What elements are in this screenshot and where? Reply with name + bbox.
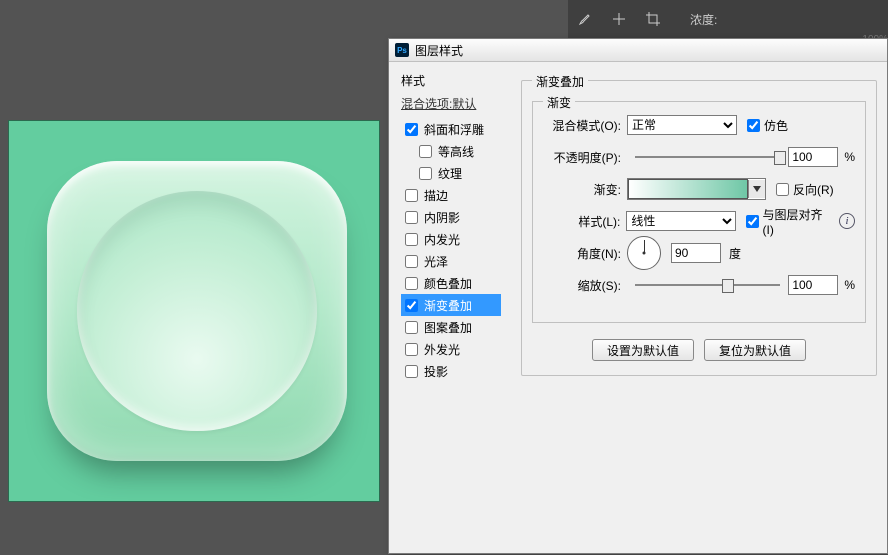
set-default-button[interactable]: 设置为默认值: [592, 339, 694, 361]
fx-item-label: 光泽: [424, 253, 448, 270]
blend-options-default[interactable]: 混合选项:默认: [401, 95, 501, 112]
align-label: 与图层对齐(I): [763, 206, 834, 237]
blend-mode-label: 混合模式(O):: [543, 117, 627, 134]
fx-item-label: 投影: [424, 363, 448, 380]
scale-input[interactable]: [788, 275, 838, 295]
fx-item-label: 斜面和浮雕: [424, 121, 484, 138]
fx-item[interactable]: 光泽: [401, 250, 501, 272]
dither-checkbox-wrap[interactable]: 仿色: [747, 117, 788, 134]
icon-preview: [47, 161, 357, 471]
group-title: 渐变叠加: [532, 73, 588, 90]
fx-item-checkbox[interactable]: [419, 145, 432, 158]
fx-item-checkbox[interactable]: [405, 211, 418, 224]
gradient-swatch-combo[interactable]: [627, 178, 766, 200]
fx-item-checkbox[interactable]: [405, 255, 418, 268]
percent-sign: %: [844, 150, 855, 164]
gradient-overlay-panel: 渐变叠加 渐变 混合模式(O): 正常 仿色 不透明度: [501, 62, 887, 554]
fx-item-label: 外发光: [424, 341, 460, 358]
canvas-area: [8, 120, 380, 502]
inner-group-title: 渐变: [543, 94, 575, 111]
fx-item-label: 等高线: [438, 143, 474, 160]
gradient-dropdown-arrow[interactable]: [748, 180, 765, 198]
fx-item[interactable]: 颜色叠加: [401, 272, 501, 294]
dither-label: 仿色: [764, 117, 788, 134]
layer-style-dialog: Ps 图层样式 样式 混合选项:默认 斜面和浮雕等高线纹理描边内阴影内发光光泽颜…: [388, 38, 888, 554]
scale-slider[interactable]: [635, 284, 780, 286]
fx-item-checkbox[interactable]: [405, 233, 418, 246]
crosshair-icon[interactable]: [608, 8, 630, 30]
dither-checkbox[interactable]: [747, 119, 760, 132]
percent-sign-2: %: [844, 278, 855, 292]
fx-item-label: 颜色叠加: [424, 275, 472, 292]
angle-unit: 度: [729, 245, 741, 262]
gradient-swatch[interactable]: [628, 179, 748, 199]
fx-item-checkbox[interactable]: [405, 189, 418, 202]
fx-item[interactable]: 投影: [401, 360, 501, 382]
style-list-panel: 样式 混合选项:默认 斜面和浮雕等高线纹理描边内阴影内发光光泽颜色叠加渐变叠加图…: [389, 62, 501, 554]
angle-label: 角度(N):: [543, 245, 627, 262]
opacity-slider-thumb[interactable]: [774, 151, 786, 165]
blend-mode-select[interactable]: 正常: [627, 115, 737, 135]
scale-slider-thumb[interactable]: [722, 279, 734, 293]
fx-item-checkbox[interactable]: [405, 321, 418, 334]
style-list-header: 样式: [401, 72, 501, 89]
reverse-label: 反向(R): [793, 181, 834, 198]
opacity-input[interactable]: [788, 147, 838, 167]
app-icon-base: [47, 161, 347, 461]
dialog-titlebar[interactable]: Ps 图层样式: [389, 39, 887, 62]
reverse-checkbox[interactable]: [776, 183, 789, 196]
fx-item[interactable]: 斜面和浮雕: [401, 118, 501, 140]
align-checkbox-wrap[interactable]: 与图层对齐(I): [746, 206, 834, 237]
fx-item-label: 内发光: [424, 231, 460, 248]
fx-item-label: 纹理: [438, 165, 462, 182]
ps-icon: Ps: [395, 43, 409, 57]
fx-item[interactable]: 内发光: [401, 228, 501, 250]
fx-item[interactable]: 纹理: [401, 162, 501, 184]
brush-tool-icon[interactable]: [574, 8, 596, 30]
fx-item-checkbox[interactable]: [405, 365, 418, 378]
fx-item-label: 描边: [424, 187, 448, 204]
angle-input[interactable]: [671, 243, 721, 263]
fx-item-checkbox[interactable]: [405, 277, 418, 290]
fx-item[interactable]: 内阴影: [401, 206, 501, 228]
reverse-checkbox-wrap[interactable]: 反向(R): [776, 181, 834, 198]
align-checkbox[interactable]: [746, 215, 759, 228]
style-label: 样式(L):: [543, 213, 626, 230]
fx-item[interactable]: 描边: [401, 184, 501, 206]
fx-item[interactable]: 渐变叠加: [401, 294, 501, 316]
fx-item[interactable]: 图案叠加: [401, 316, 501, 338]
crop-tool-icon[interactable]: [642, 8, 664, 30]
fx-item-label: 渐变叠加: [424, 297, 472, 314]
dialog-title: 图层样式: [415, 42, 463, 59]
density-label: 浓度:: [690, 11, 717, 28]
angle-dial[interactable]: [627, 236, 661, 270]
opacity-label: 不透明度(P):: [543, 149, 627, 166]
top-toolbar: 浓度:: [568, 0, 888, 38]
reset-default-button[interactable]: 复位为默认值: [704, 339, 806, 361]
fx-item-checkbox[interactable]: [419, 167, 432, 180]
info-icon[interactable]: i: [839, 213, 855, 229]
gradient-style-select[interactable]: 线性: [626, 211, 735, 231]
fx-item[interactable]: 等高线: [401, 140, 501, 162]
fx-item-checkbox[interactable]: [405, 343, 418, 356]
scale-label: 缩放(S):: [543, 277, 627, 294]
app-icon-inner-circle: [77, 191, 317, 431]
fx-item[interactable]: 外发光: [401, 338, 501, 360]
fx-item-label: 图案叠加: [424, 319, 472, 336]
gradient-label: 渐变:: [543, 181, 627, 198]
fx-item-checkbox[interactable]: [405, 299, 418, 312]
fx-item-label: 内阴影: [424, 209, 460, 226]
opacity-slider[interactable]: [635, 156, 780, 158]
fx-item-checkbox[interactable]: [405, 123, 418, 136]
